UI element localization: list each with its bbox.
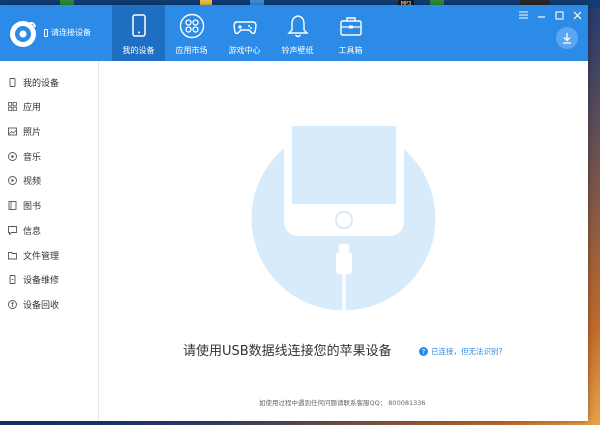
sidebar-item-video[interactable]: 视频	[8, 172, 41, 188]
connect-prompt: 请使用USB数据线连接您的苹果设备	[183, 344, 392, 359]
sidebar-item-file-manager[interactable]: 文件管理	[8, 247, 59, 263]
sidebar-item-label: 照片	[23, 127, 42, 138]
sidebar-item-music[interactable]: 音乐	[8, 148, 41, 164]
book-icon	[8, 200, 17, 210]
sidebar-item-label: 图书	[23, 201, 42, 212]
tab-label: 我的设备	[122, 46, 155, 55]
device-status[interactable]: 请连接设备	[44, 27, 91, 38]
minimize-icon	[537, 16, 545, 18]
window-controls	[518, 10, 582, 20]
tab-label: 游戏中心	[228, 46, 261, 55]
device-status-label: 请连接设备	[51, 28, 91, 37]
tab-my-device[interactable]: 我的设备	[112, 5, 165, 61]
tab-label: 铃声壁纸	[281, 46, 314, 55]
sidebar-item-label: 应用	[23, 102, 42, 113]
sidebar-item-label: 我的设备	[23, 78, 60, 89]
tab-ringtone-wallpaper[interactable]: 铃声壁纸	[271, 5, 324, 61]
sidebar-item-label: 设备维修	[23, 275, 60, 286]
app-window: 请连接设备 我的设备 应用市场 游戏中心 铃声壁纸 工具箱 我的设备 应用 照片…	[0, 5, 588, 421]
bell-icon	[286, 15, 309, 38]
video-icon	[8, 175, 17, 185]
phone-small-icon	[44, 28, 48, 37]
connect-device-illustration	[251, 126, 436, 311]
sidebar-item-label: 文件管理	[23, 251, 60, 262]
question-icon: ?	[419, 347, 428, 356]
tab-toolbox[interactable]: 工具箱	[324, 5, 377, 61]
menu-icon	[518, 11, 528, 19]
sidebar-item-label: 信息	[23, 226, 42, 237]
tab-game-center[interactable]: 游戏中心	[218, 5, 271, 61]
sidebar-item-label: 视频	[23, 176, 42, 187]
menu-button[interactable]	[518, 10, 528, 20]
sidebar-item-my-device[interactable]: 我的设备	[8, 74, 59, 90]
phone-icon	[131, 14, 146, 37]
music-icon	[8, 151, 17, 161]
toolbox-icon	[339, 17, 362, 36]
sidebar-item-device-recycle[interactable]: 设备回收	[8, 296, 59, 312]
close-icon	[573, 11, 581, 19]
device-icon	[9, 77, 16, 87]
connection-help-link[interactable]: ? 已连接，但无法识别?	[419, 346, 502, 357]
gamepad-icon	[232, 21, 257, 35]
folder-icon	[8, 251, 17, 259]
message-icon	[8, 225, 17, 235]
main-content: 请使用USB数据线连接您的苹果设备 ? 已连接，但无法识别? 如使用过程中遇到任…	[99, 61, 588, 421]
tab-label: 应用市场	[175, 46, 208, 55]
support-contact: 如使用过程中遇到任何问题请联系客服QQ： 800081336	[259, 399, 426, 407]
sidebar-item-label: 音乐	[23, 152, 42, 163]
close-button[interactable]	[572, 10, 582, 20]
help-link-label: 已连接，但无法识别?	[431, 347, 503, 356]
download-button[interactable]	[556, 27, 578, 49]
sidebar-item-device-repair[interactable]: 设备维修	[8, 271, 59, 287]
minimize-button[interactable]	[536, 10, 546, 20]
apps-icon	[8, 101, 17, 111]
app-header: 请连接设备 我的设备 应用市场 游戏中心 铃声壁纸 工具箱	[0, 5, 588, 61]
sidebar-item-apps[interactable]: 应用	[8, 98, 41, 114]
sidebar-item-label: 设备回收	[23, 300, 60, 311]
tab-app-market[interactable]: 应用市场	[165, 5, 218, 61]
sidebar-item-photos[interactable]: 照片	[8, 123, 41, 139]
sidebar-item-messages[interactable]: 信息	[8, 222, 41, 238]
tab-label: 工具箱	[338, 46, 363, 55]
app-logo	[10, 21, 36, 47]
recycle-icon	[8, 299, 17, 309]
apps-icon	[179, 13, 204, 39]
sidebar: 我的设备 应用 照片 音乐 视频 图书 信息 文件管理 设备维修 设备回收	[0, 61, 99, 421]
top-nav: 我的设备 应用市场 游戏中心 铃声壁纸 工具箱	[112, 5, 377, 61]
download-icon	[563, 33, 571, 44]
sidebar-item-books[interactable]: 图书	[8, 197, 41, 213]
maximize-icon	[554, 10, 564, 20]
maximize-button[interactable]	[554, 10, 564, 20]
repair-icon	[9, 274, 16, 284]
photo-icon	[8, 127, 17, 135]
